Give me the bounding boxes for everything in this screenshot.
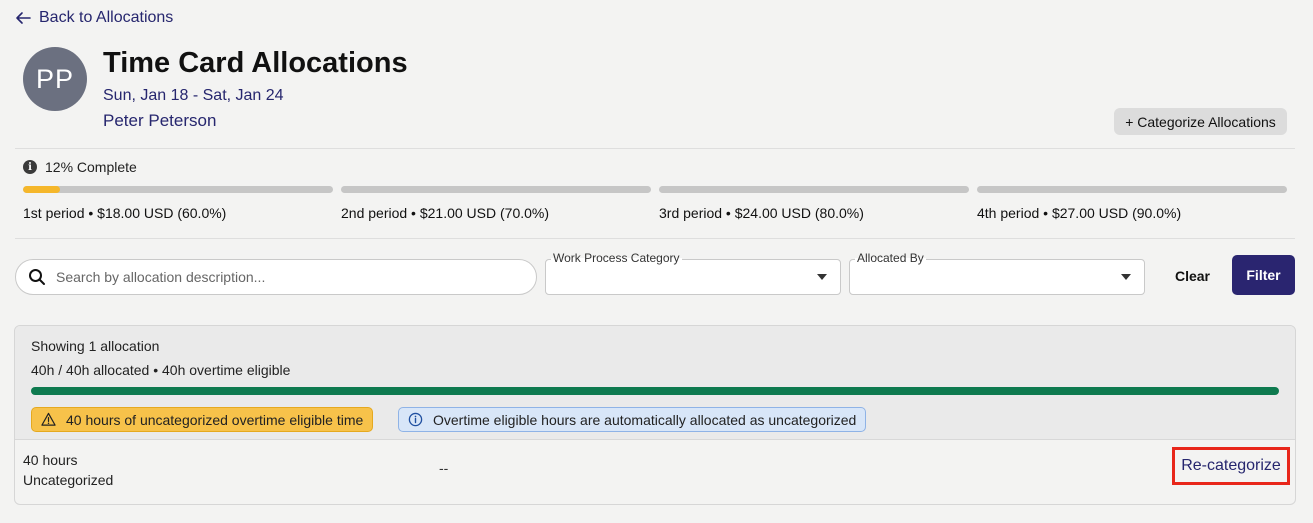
- period-3: 3rd period • $24.00 USD (80.0%): [659, 186, 969, 221]
- period-label: 3rd period • $24.00 USD (80.0%): [659, 205, 864, 221]
- info-icon: [408, 412, 423, 427]
- dropdown-caret-icon: [1121, 274, 1131, 280]
- allocated-by-label: Allocated By: [855, 251, 926, 265]
- hours-summary: 40h / 40h allocated • 40h overtime eligi…: [31, 362, 291, 378]
- page-title: Time Card Allocations: [103, 47, 408, 79]
- period-label: 4th period • $27.00 USD (90.0%): [977, 205, 1182, 221]
- work-process-category-label: Work Process Category: [551, 251, 682, 265]
- period-progress-fill: [23, 186, 61, 193]
- period-progress-track: [659, 186, 969, 193]
- info-icon: i: [23, 160, 37, 174]
- back-to-allocations-link[interactable]: Back to Allocations: [15, 9, 173, 27]
- period-2: 2nd period • $21.00 USD (70.0%): [341, 186, 651, 221]
- filter-button[interactable]: Filter: [1232, 255, 1295, 295]
- period-progress-track: [341, 186, 651, 193]
- uncategorized-warning-badge: 40 hours of uncategorized overtime eligi…: [31, 407, 374, 432]
- divider: [15, 148, 1295, 149]
- period-label: 1st period • $18.00 USD (60.0%): [23, 205, 227, 221]
- divider: [15, 238, 1295, 239]
- row-category: Uncategorized: [23, 472, 114, 488]
- re-categorize-link[interactable]: Re-categorize: [1172, 447, 1290, 485]
- allocations-summary: Showing 1 allocation 40h / 40h allocated…: [15, 326, 1295, 440]
- period-progress-track: [977, 186, 1287, 193]
- row-hours: 40 hours: [23, 452, 78, 468]
- overtime-info-badge: Overtime eligible hours are automaticall…: [398, 407, 867, 432]
- warning-icon: [41, 412, 56, 426]
- period-progress-track: [23, 186, 333, 193]
- clear-button[interactable]: Clear: [1165, 266, 1220, 286]
- avatar: PP: [23, 47, 87, 111]
- person-name: Peter Peterson: [103, 111, 217, 130]
- back-link-label: Back to Allocations: [39, 9, 174, 26]
- dropdown-caret-icon: [817, 274, 827, 280]
- work-process-category-select[interactable]: Work Process Category: [545, 251, 841, 295]
- categorize-allocations-button[interactable]: + Categorize Allocations: [1114, 108, 1287, 135]
- search-box: [15, 259, 537, 295]
- row-hours-cell: 40 hours Uncategorized: [23, 450, 113, 490]
- period-1: 1st period • $18.00 USD (60.0%): [23, 186, 333, 221]
- allocated-progress-bar: [31, 387, 1279, 395]
- search-input[interactable]: [56, 269, 496, 285]
- search-icon: [29, 269, 45, 285]
- progress-percent-text: 12% Complete: [45, 159, 137, 175]
- period-4: 4th period • $27.00 USD (90.0%): [977, 186, 1287, 221]
- showing-count: Showing 1 allocation: [31, 338, 160, 354]
- avatar-initials: PP: [35, 63, 75, 94]
- allocated-by-select[interactable]: Allocated By: [849, 251, 1145, 295]
- info-badge-text: Overtime eligible hours are automaticall…: [433, 411, 857, 428]
- period-label: 2nd period • $21.00 USD (70.0%): [341, 205, 550, 221]
- date-range: Sun, Jan 18 - Sat, Jan 24: [103, 87, 284, 104]
- allocations-card: Showing 1 allocation 40h / 40h allocated…: [14, 325, 1296, 505]
- progress-label: i 12% Complete: [23, 159, 137, 175]
- warning-badge-text: 40 hours of uncategorized overtime eligi…: [66, 411, 364, 428]
- row-detail: --: [439, 460, 449, 476]
- arrow-left-icon: [16, 12, 31, 24]
